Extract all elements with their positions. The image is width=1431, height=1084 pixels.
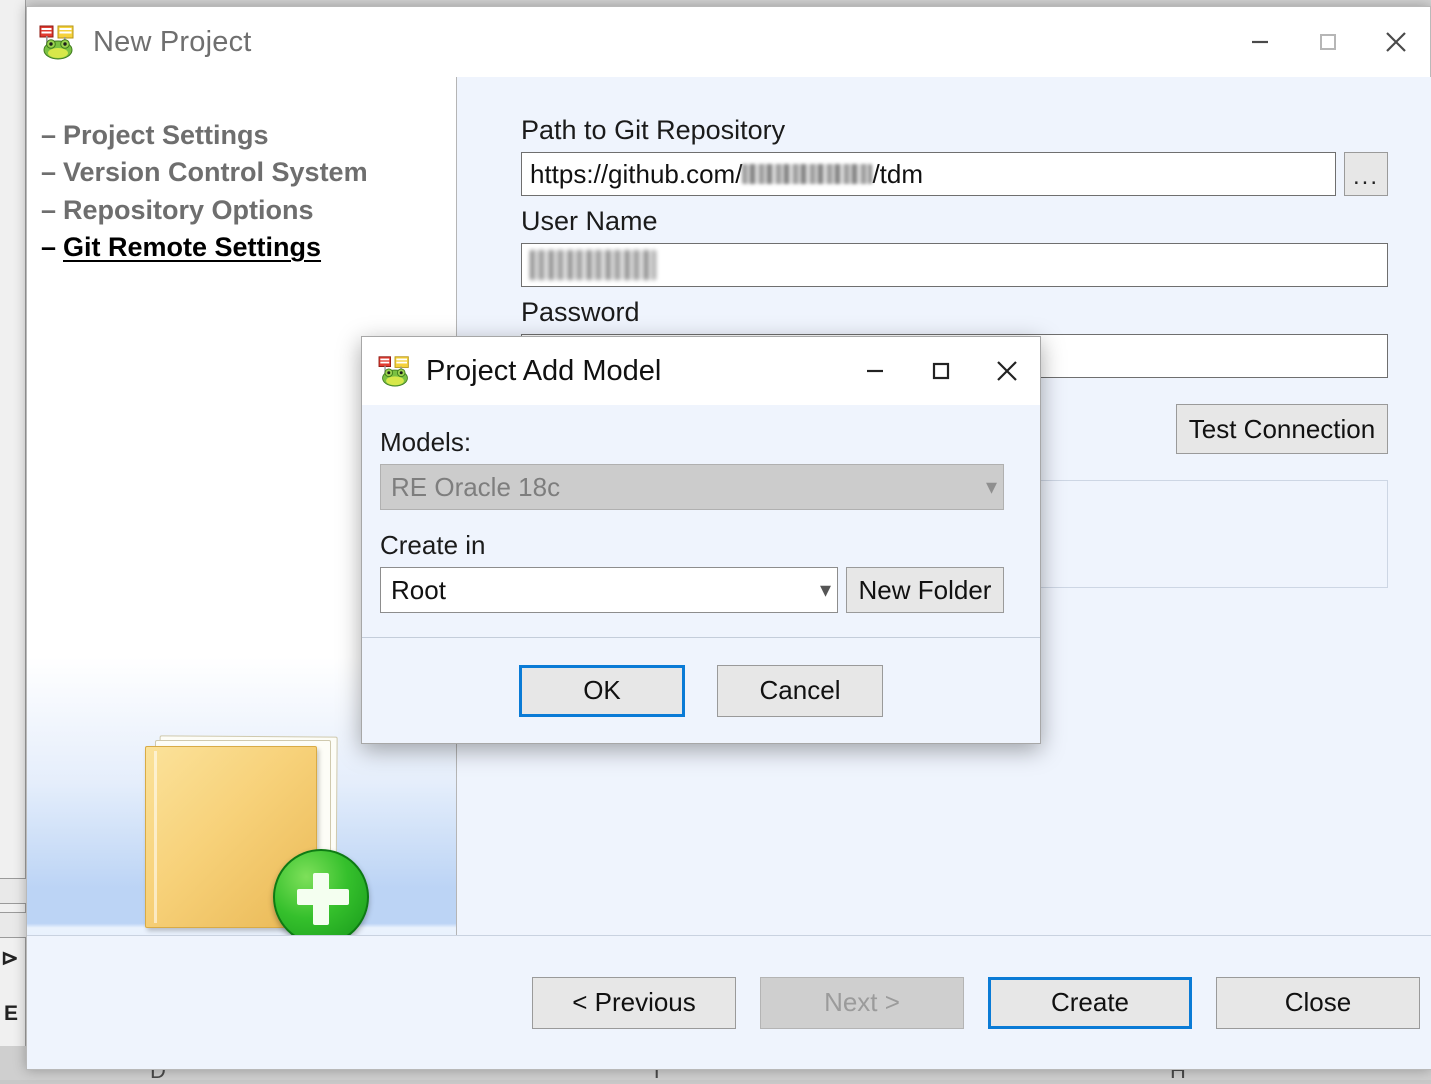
chevron-down-icon: ▾ xyxy=(819,577,831,602)
window-controls xyxy=(1226,7,1430,77)
path-to-git-repository-label: Path to Git Repository xyxy=(521,115,786,145)
cancel-button[interactable]: Cancel xyxy=(717,664,883,717)
models-dropdown: RE Oracle 18c ▾ xyxy=(380,464,1004,510)
modal-maximize-button[interactable] xyxy=(908,337,974,405)
path-value-redacted xyxy=(742,164,873,184)
create-in-row: Root ▾ New Folder xyxy=(380,567,1004,613)
models-selected-value: RE Oracle 18c xyxy=(391,471,561,502)
step-dash: – xyxy=(41,232,57,263)
project-add-model-dialog: Project Add Model Models: RE Oracle 18c … xyxy=(361,336,1041,744)
step-dash: – xyxy=(41,157,57,188)
toad-app-icon xyxy=(39,24,77,60)
maximize-button[interactable] xyxy=(1294,7,1362,77)
window-title: New Project xyxy=(93,25,252,58)
step-label: Git Remote Settings xyxy=(63,232,322,263)
path-to-git-repository-row: https://github.com/ /tdm ... xyxy=(521,152,1388,196)
minimize-button[interactable] xyxy=(1226,7,1294,77)
path-value-suffix: /tdm xyxy=(872,158,924,189)
next-button: Next > xyxy=(760,976,964,1029)
wizard-step-repository-options[interactable]: – Repository Options xyxy=(35,192,456,229)
modal-body: Models: RE Oracle 18c ▾ Create in Root ▾… xyxy=(362,405,1040,613)
ok-button[interactable]: OK xyxy=(519,664,685,717)
step-label: Project Settings xyxy=(63,120,269,150)
maximize-icon xyxy=(1320,34,1336,50)
wizard-step-git-remote-settings[interactable]: – Git Remote Settings xyxy=(35,229,456,266)
browse-path-button[interactable]: ... xyxy=(1344,152,1388,196)
create-button[interactable]: Create xyxy=(988,976,1192,1029)
previous-button[interactable]: < Previous xyxy=(532,976,736,1029)
wizard-step-project-settings[interactable]: – Project Settings xyxy=(35,117,456,154)
create-in-selected-value: Root xyxy=(391,574,446,605)
close-icon xyxy=(997,361,1017,381)
password-label: Password xyxy=(521,297,640,327)
close-wizard-button[interactable]: Close xyxy=(1216,976,1420,1029)
step-dash: – xyxy=(41,194,57,225)
background-toolbar-strip xyxy=(0,912,26,938)
modal-close-button[interactable] xyxy=(974,337,1040,405)
step-label: Repository Options xyxy=(63,194,314,225)
new-project-folder-illustration xyxy=(145,734,369,945)
step-label: Version Control System xyxy=(63,157,368,188)
test-connection-button[interactable]: Test Connection xyxy=(1176,404,1388,454)
modal-minimize-button[interactable] xyxy=(842,337,908,405)
add-plus-badge-icon xyxy=(273,849,369,945)
toad-app-icon xyxy=(378,355,412,387)
user-name-input[interactable] xyxy=(521,243,1388,287)
modal-window-controls xyxy=(842,337,1040,405)
close-button[interactable] xyxy=(1362,7,1430,77)
close-icon xyxy=(1386,32,1406,52)
modal-title: Project Add Model xyxy=(426,354,662,387)
path-to-git-repository-input[interactable]: https://github.com/ /tdm xyxy=(521,152,1336,196)
new-folder-button[interactable]: New Folder xyxy=(846,567,1004,613)
background-toolbar-strip xyxy=(0,878,26,904)
wizard-steps-list: – Project Settings – Version Control Syste… xyxy=(27,77,456,267)
minimize-icon xyxy=(1252,40,1268,44)
window-title-bar: New Project xyxy=(27,7,1430,77)
minimize-icon xyxy=(867,369,883,373)
create-in-dropdown[interactable]: Root ▾ xyxy=(380,567,838,613)
maximize-icon xyxy=(932,362,950,380)
models-label: Models: xyxy=(380,427,472,457)
create-in-label: Create in xyxy=(380,530,486,560)
user-name-value-redacted xyxy=(530,250,656,280)
path-value-prefix: https://github.com/ xyxy=(530,158,743,189)
step-dash: – xyxy=(41,120,57,150)
background-ghost-glyph: E xyxy=(4,1002,19,1025)
wizard-footer: < Previous Next > Create Close xyxy=(27,935,1431,1069)
user-name-label: User Name xyxy=(521,206,658,236)
background-ghost-glyph: ⊳ xyxy=(1,947,19,970)
chevron-down-icon: ▾ xyxy=(985,474,997,499)
modal-title-bar: Project Add Model xyxy=(362,337,1040,405)
wizard-step-version-control-system[interactable]: – Version Control System xyxy=(35,154,456,191)
modal-footer: OK Cancel xyxy=(362,637,1040,743)
